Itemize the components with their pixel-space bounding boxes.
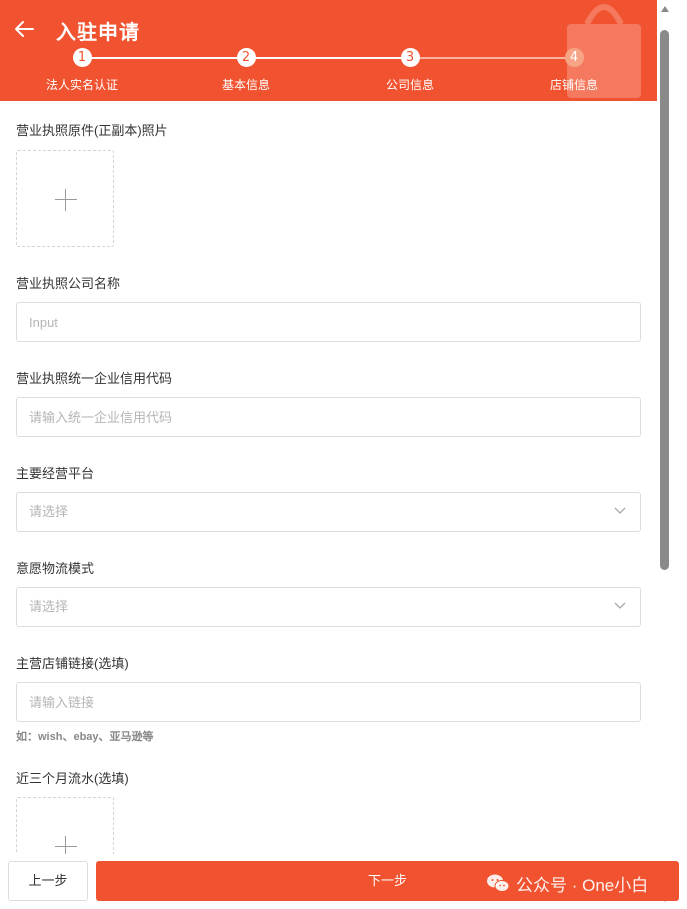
arrow-left-icon[interactable] (12, 17, 36, 41)
watermark-text: 公众号 · One小白 (516, 875, 649, 895)
logistics-label: 意愿物流模式 (16, 561, 95, 576)
chevron-down-icon (614, 602, 626, 609)
step-number: 4 (564, 48, 584, 67)
step-progress: 1 法人实名认证 2 基本信息 3 公司信息 4 店铺信息 (0, 48, 657, 96)
turnover-label: 近三个月流水(选填) (16, 771, 129, 786)
step-1: 1 法人实名认证 (17, 48, 147, 93)
platform-select[interactable]: 请选择 (16, 492, 641, 532)
step-3: 3 公司信息 (345, 48, 475, 93)
step-number: 1 (72, 48, 92, 67)
step-2: 2 基本信息 (181, 48, 311, 93)
platform-select-placeholder: 请选择 (29, 504, 69, 519)
turnover-upload[interactable] (16, 797, 114, 854)
wechat-watermark: 公众号 · One小白 (486, 869, 648, 897)
credit-code-label: 营业执照统一企业信用代码 (16, 371, 173, 386)
store-link-input[interactable] (16, 682, 641, 722)
page-title: 入驻申请 (56, 22, 140, 44)
step-number: 2 (236, 48, 256, 67)
logistics-select-placeholder: 请选择 (29, 599, 69, 614)
scroll-up-arrow-icon[interactable] (661, 6, 669, 12)
logistics-select[interactable]: 请选择 (16, 587, 641, 627)
prev-step-button[interactable]: 上一步 (8, 861, 88, 901)
step-label: 店铺信息 (549, 78, 598, 92)
wechat-icon (487, 874, 510, 892)
license-photo-upload[interactable] (16, 150, 114, 247)
company-name-label: 营业执照公司名称 (16, 276, 121, 291)
app-header: 入驻申请 1 法人实名认证 2 基本信息 3 公司信息 4 店铺信息 (0, 0, 657, 101)
chevron-down-icon (614, 507, 626, 514)
credit-code-input[interactable] (16, 397, 641, 437)
step-4-current: 4 店铺信息 (509, 48, 639, 93)
step-label: 法人实名认证 (45, 78, 118, 92)
license-photo-label: 营业执照原件(正副本)照片 (16, 123, 168, 138)
company-name-input[interactable] (16, 302, 641, 342)
store-link-label: 主营店铺链接(选填) (16, 656, 129, 671)
store-link-hint: 如：wish、ebay、亚马逊等 (16, 731, 154, 743)
step-number: 3 (400, 48, 420, 67)
scrollbar-thumb[interactable] (660, 30, 669, 570)
step-label: 公司信息 (385, 78, 434, 92)
form-content: 营业执照原件(正副本)照片 营业执照公司名称 营业执照统一企业信用代码 主要经营… (0, 101, 657, 854)
step-label: 基本信息 (221, 78, 270, 92)
platform-label: 主要经营平台 (16, 466, 95, 481)
